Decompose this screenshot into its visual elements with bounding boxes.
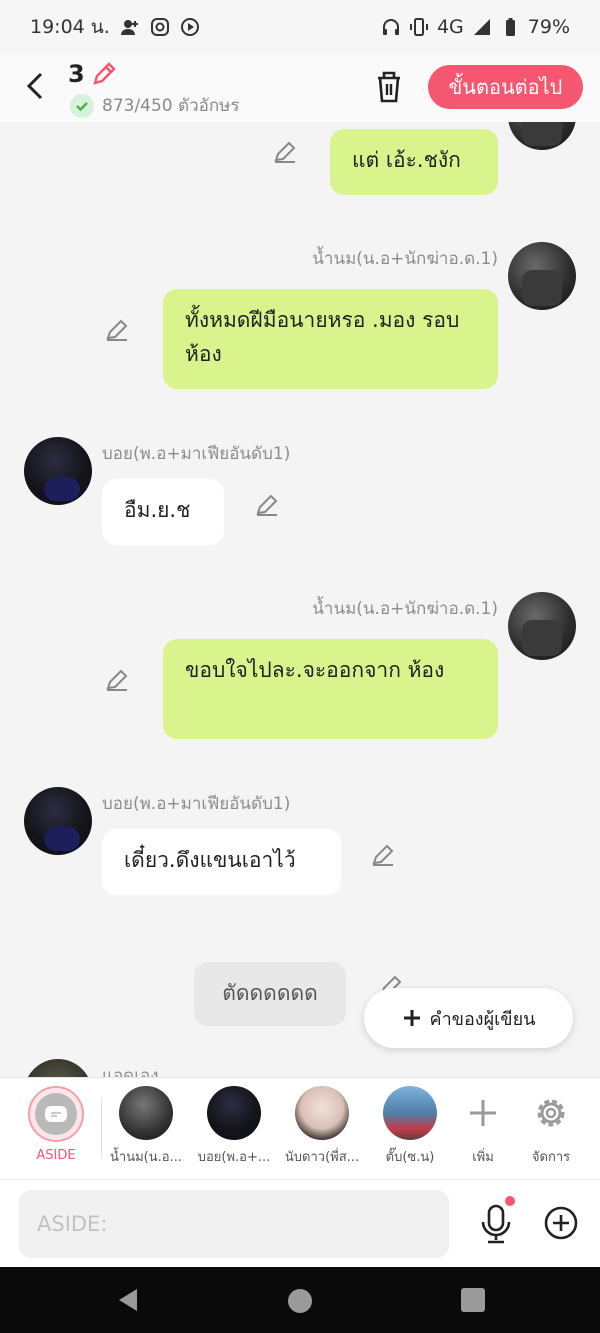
avatar bbox=[24, 787, 92, 855]
message-input[interactable] bbox=[19, 1190, 449, 1258]
avatar bbox=[508, 592, 576, 660]
character-label: ASIDE bbox=[36, 1148, 76, 1163]
pencil-icon[interactable] bbox=[104, 666, 130, 692]
character-count-text: 873/450 ตัวอักษร bbox=[102, 96, 240, 116]
person-add-icon bbox=[120, 20, 138, 35]
input-bar bbox=[0, 1179, 600, 1267]
pencil-icon[interactable] bbox=[370, 841, 396, 867]
character-label: ตั๊บ(ซ.น) bbox=[385, 1150, 435, 1165]
character-label: บอย(พ.อ+... bbox=[197, 1150, 271, 1165]
status-bar: 19:04 น. 4G 79% bbox=[0, 0, 600, 54]
editor-header: 3 873/450 ตัวอักษร ขั้นตอนต่อไป bbox=[0, 54, 600, 122]
avatar bbox=[24, 1059, 92, 1077]
network-type: 4G bbox=[436, 16, 464, 38]
battery-level: 79% bbox=[527, 16, 570, 38]
avatar bbox=[508, 122, 576, 150]
message-text: ทั้งหมดฝีมือนายหรอ .มอง รอบห้อง bbox=[185, 308, 460, 366]
pencil-icon[interactable] bbox=[254, 491, 280, 517]
character-label: น้ำนม(น.อ... bbox=[110, 1150, 182, 1165]
pencil-icon[interactable] bbox=[104, 316, 130, 342]
message-bubble[interactable]: อืม.ย.ช bbox=[102, 479, 224, 545]
nav-home-icon[interactable] bbox=[288, 1289, 312, 1313]
message-bubble[interactable]: เดี๋ยว.ดึงแขนเอาไว้ bbox=[102, 829, 341, 895]
notification-dot bbox=[505, 1196, 515, 1206]
narration-text: ตัดดดดดด bbox=[222, 981, 318, 1005]
sender-name: บอย(พ.อ+มาเฟียอันดับ1) bbox=[102, 444, 291, 464]
message-text: อืม.ย.ช bbox=[124, 498, 191, 522]
character-item[interactable]: บอย(พ.อ+... bbox=[192, 1086, 276, 1167]
message-bubble[interactable]: แต่ เอ้ะ.ชงัก bbox=[330, 129, 498, 195]
gear-icon bbox=[537, 1099, 565, 1127]
character-item[interactable]: ตั๊บ(ซ.น) bbox=[368, 1086, 452, 1167]
character-label: นับดาว(พี่ส... bbox=[284, 1150, 360, 1165]
headphones-icon bbox=[382, 19, 399, 35]
signal-icon bbox=[473, 19, 490, 35]
avatar bbox=[508, 242, 576, 310]
avatar bbox=[119, 1086, 173, 1140]
nav-back-icon[interactable] bbox=[115, 1287, 141, 1313]
plus-icon bbox=[403, 1010, 420, 1026]
character-aside[interactable]: ASIDE bbox=[14, 1086, 98, 1163]
episode-number: 3 bbox=[68, 60, 85, 88]
pencil-icon[interactable] bbox=[272, 138, 298, 164]
avatar bbox=[207, 1086, 261, 1140]
system-nav-bar bbox=[0, 1267, 600, 1333]
aside-icon bbox=[45, 1106, 67, 1122]
character-bar: ASIDE น้ำนม(น.อ... บอย(พ.อ+... นับดาว(พี… bbox=[0, 1077, 600, 1179]
author-note-label: คำของผู้เขียน bbox=[429, 1008, 536, 1030]
back-button[interactable] bbox=[18, 66, 52, 106]
message-text: ขอบใจไปละ.จะออกจาก ห้อง bbox=[185, 658, 445, 682]
sender-name: น้ำนม(น.อ+นักฆ่าอ.ด.1) bbox=[312, 249, 498, 269]
manage-button[interactable]: จัดการ bbox=[509, 1086, 593, 1167]
sender-name: แอดเอง bbox=[102, 1066, 159, 1077]
microphone-icon[interactable] bbox=[478, 1202, 514, 1246]
instagram-icon bbox=[150, 18, 169, 36]
play-icon bbox=[180, 18, 199, 36]
author-note-button[interactable]: คำของผู้เขียน bbox=[364, 988, 573, 1048]
next-step-button[interactable]: ขั้นตอนต่อไป bbox=[428, 65, 583, 109]
character-item[interactable]: นับดาว(พี่ส... bbox=[280, 1086, 364, 1167]
chat-area[interactable]: แต่ เอ้ะ.ชงัก น้ำนม(น.อ+นักฆ่าอ.ด.1) ทั้… bbox=[0, 122, 600, 1077]
battery-icon bbox=[505, 18, 515, 36]
sender-name: บอย(พ.อ+มาเฟียอันดับ1) bbox=[102, 794, 291, 814]
message-text: แต่ เอ้ะ.ชงัก bbox=[352, 148, 461, 172]
avatar bbox=[383, 1086, 437, 1140]
message-text: เดี๋ยว.ดึงแขนเอาไว้ bbox=[124, 848, 296, 872]
plus-icon bbox=[470, 1100, 496, 1126]
vibrate-icon bbox=[409, 18, 428, 36]
character-item[interactable]: น้ำนม(น.อ... bbox=[104, 1086, 188, 1167]
message-bubble[interactable]: ขอบใจไปละ.จะออกจาก ห้อง bbox=[163, 639, 498, 739]
trash-icon[interactable] bbox=[372, 68, 406, 104]
sender-name: น้ำนม(น.อ+นักฆ่าอ.ด.1) bbox=[312, 599, 498, 619]
divider bbox=[101, 1098, 102, 1158]
aside-avatar bbox=[28, 1086, 84, 1142]
pencil-icon[interactable] bbox=[90, 60, 118, 88]
narration-bubble[interactable]: ตัดดดดดด bbox=[194, 962, 346, 1026]
character-count: 873/450 ตัวอักษร bbox=[70, 92, 239, 119]
chevron-left-icon bbox=[26, 72, 43, 100]
add-circle-icon[interactable] bbox=[543, 1205, 579, 1241]
message-bubble[interactable]: ทั้งหมดฝีมือนายหรอ .มอง รอบห้อง bbox=[163, 289, 498, 389]
manage-label: จัดการ bbox=[531, 1150, 571, 1165]
avatar bbox=[24, 437, 92, 505]
status-time: 19:04 น. bbox=[30, 16, 110, 38]
check-icon bbox=[70, 93, 94, 118]
nav-recents-icon[interactable] bbox=[461, 1288, 485, 1312]
avatar bbox=[295, 1086, 349, 1140]
